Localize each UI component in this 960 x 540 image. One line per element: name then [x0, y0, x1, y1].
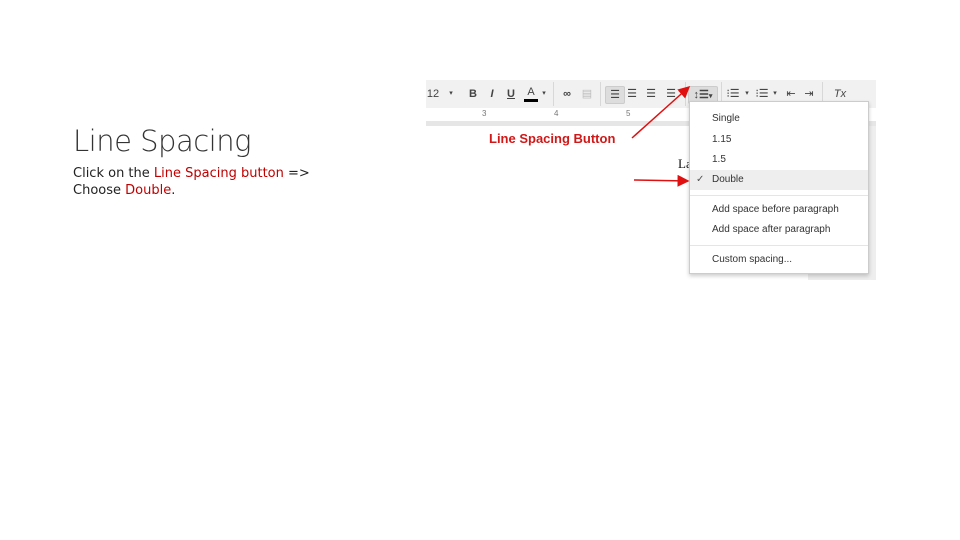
annotation-arrows: [631, 85, 691, 187]
arrow-to-button: [631, 85, 691, 139]
arrow-to-double: [633, 174, 690, 187]
